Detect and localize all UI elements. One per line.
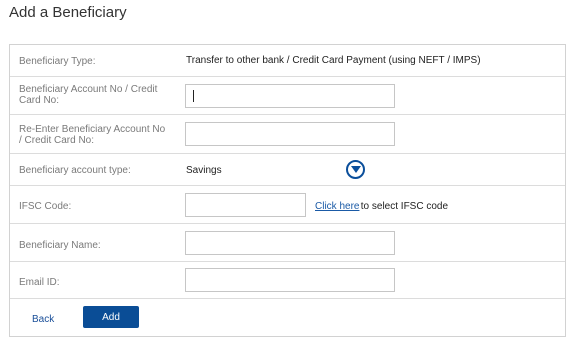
page-title: Add a Beneficiary <box>9 4 127 21</box>
account-type-selected[interactable]: Savings <box>186 165 222 176</box>
account-type-label: Beneficiary account type: <box>19 165 131 176</box>
chevron-down-icon <box>351 166 361 173</box>
ifsc-label: IFSC Code: <box>19 201 72 212</box>
ifsc-select-link[interactable]: Click here <box>315 201 359 212</box>
ifsc-link-suffix: to select IFSC code <box>358 201 449 212</box>
email-input[interactable] <box>185 268 395 292</box>
add-button[interactable]: Add <box>83 306 139 328</box>
row-account-type: Beneficiary account type: Savings <box>10 154 565 186</box>
text-caret <box>193 90 194 102</box>
chevron-down-circle-icon[interactable] <box>346 160 365 179</box>
back-link[interactable]: Back <box>32 314 54 325</box>
beneficiary-type-value: Transfer to other bank / Credit Card Pay… <box>186 55 481 66</box>
row-actions: Back Add <box>10 299 565 336</box>
ifsc-input[interactable] <box>185 193 306 217</box>
beneficiary-name-label: Beneficiary Name: <box>19 240 101 251</box>
row-account-no: Beneficiary Account No / Credit Card No: <box>10 77 565 115</box>
reenter-account-no-label: Re-Enter Beneficiary Account No / Credit… <box>19 124 166 146</box>
beneficiary-name-input[interactable] <box>185 231 395 255</box>
row-beneficiary-name: Beneficiary Name: <box>10 224 565 262</box>
account-no-label: Beneficiary Account No / Credit Card No: <box>19 84 158 106</box>
row-ifsc: IFSC Code: Click here to select IFSC cod… <box>10 186 565 224</box>
row-beneficiary-type: Beneficiary Type: Transfer to other bank… <box>10 45 565 77</box>
beneficiary-type-label: Beneficiary Type: <box>19 56 96 67</box>
row-email: Email ID: <box>10 262 565 299</box>
row-reenter-account-no: Re-Enter Beneficiary Account No / Credit… <box>10 115 565 154</box>
account-no-input[interactable] <box>185 84 395 108</box>
reenter-account-no-input[interactable] <box>185 122 395 146</box>
beneficiary-form: Beneficiary Type: Transfer to other bank… <box>9 44 566 337</box>
email-label: Email ID: <box>19 277 60 288</box>
